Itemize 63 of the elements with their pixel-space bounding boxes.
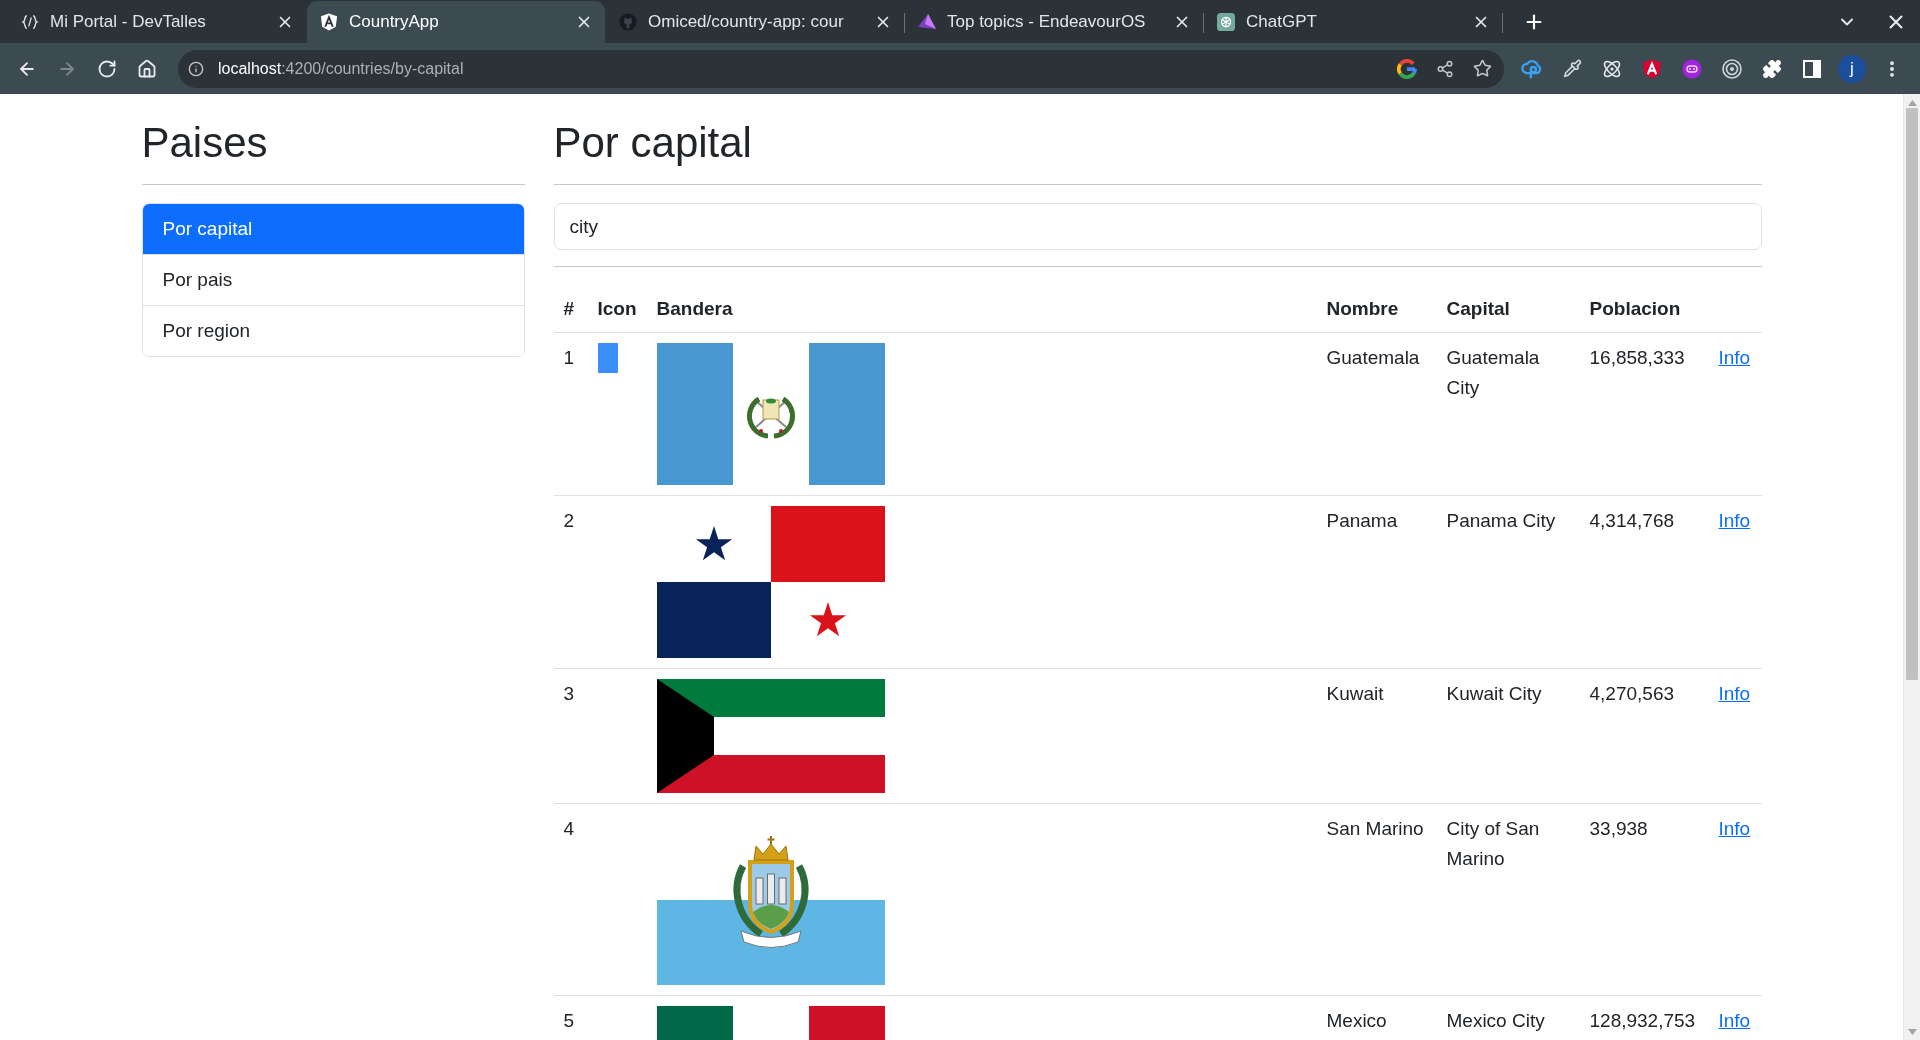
browser-tab[interactable]: ChatGPT: [1204, 1, 1502, 43]
cloud-logo-icon[interactable]: [1521, 57, 1543, 80]
braces-icon: [21, 13, 39, 31]
atom-icon[interactable]: [1602, 58, 1622, 79]
knot-logo-icon: [1217, 13, 1235, 31]
info-link[interactable]: Info: [1718, 510, 1751, 532]
country-name: Guatemala: [1326, 346, 1420, 371]
info-link[interactable]: Info: [1718, 1010, 1751, 1032]
column-header: #: [563, 297, 575, 322]
population-value: 4,270,563: [1589, 682, 1675, 707]
eyedropper-icon[interactable]: [1562, 59, 1582, 78]
shield-logo-icon: [320, 13, 338, 31]
search-field[interactable]: city: [553, 203, 1762, 251]
column-header: Icon: [597, 297, 637, 322]
capital-name: Panama City: [1446, 509, 1556, 534]
share-icon[interactable]: [1436, 59, 1454, 78]
browser-tab[interactable]: Top topics - EndeavourOS: [905, 1, 1203, 43]
population-value: 128,932,753: [1589, 1009, 1696, 1034]
row-number: 4: [563, 817, 575, 842]
country-name: Mexico: [1326, 1009, 1387, 1034]
column-header: Nombre: [1326, 297, 1399, 322]
target-icon[interactable]: [1722, 58, 1742, 79]
population-value: 4,314,768: [1589, 509, 1675, 534]
capital-name: Guatemala City: [1446, 346, 1541, 401]
column-header: Bandera: [656, 297, 733, 322]
scrollbar[interactable]: [1903, 94, 1920, 1040]
row-number: 1: [563, 346, 575, 371]
info-link[interactable]: Info: [1718, 683, 1751, 705]
info-link[interactable]: Info: [1718, 818, 1751, 840]
side-panel-icon[interactable]: [1803, 59, 1821, 78]
population-value: 33,938: [1589, 817, 1648, 842]
triangle-logo-icon: [918, 13, 936, 31]
sidebar-title: Paises: [141, 118, 268, 168]
column-header: Capital: [1446, 297, 1510, 322]
g-logo-icon[interactable]: [1397, 58, 1417, 79]
capital-name: Kuwait City: [1446, 682, 1542, 707]
browser-tab[interactable]: Omiced/country-app: cour: [606, 1, 904, 43]
row-number: 5: [563, 1009, 575, 1034]
browser-tab[interactable]: CountryApp: [307, 1, 605, 43]
profile-avatar[interactable]: j: [1838, 54, 1866, 83]
round-badge-icon[interactable]: [1682, 58, 1702, 79]
scrollbar-thumb[interactable]: [1906, 108, 1918, 680]
round-logo-icon: [619, 13, 637, 31]
capital-name: Mexico City: [1446, 1009, 1545, 1034]
country-name: Panama: [1326, 509, 1398, 534]
reload-icon[interactable]: [97, 58, 117, 79]
sidebar-item[interactable]: Por capital: [142, 204, 524, 256]
shield-logo-icon[interactable]: [1642, 58, 1662, 79]
url-field[interactable]: localhost:4200/countries/by-capital: [218, 59, 1383, 78]
info-link[interactable]: Info: [1718, 347, 1751, 369]
info-icon[interactable]: [188, 60, 204, 77]
column-header: Poblacion: [1589, 297, 1681, 322]
star-icon[interactable]: [1473, 59, 1492, 78]
browser-tab[interactable]: Mi Portal - DevTalles: [8, 1, 306, 43]
puzzle-icon[interactable]: [1762, 58, 1782, 79]
row-number: 3: [563, 682, 575, 707]
row-number: 2: [563, 509, 575, 534]
country-name: Kuwait: [1326, 682, 1384, 707]
capital-name: City of San Marino: [1446, 817, 1541, 872]
country-name: San Marino: [1326, 817, 1424, 842]
page-title: Por capital: [553, 118, 752, 168]
population-value: 16,858,333: [1589, 346, 1685, 371]
home-icon[interactable]: [137, 58, 157, 79]
